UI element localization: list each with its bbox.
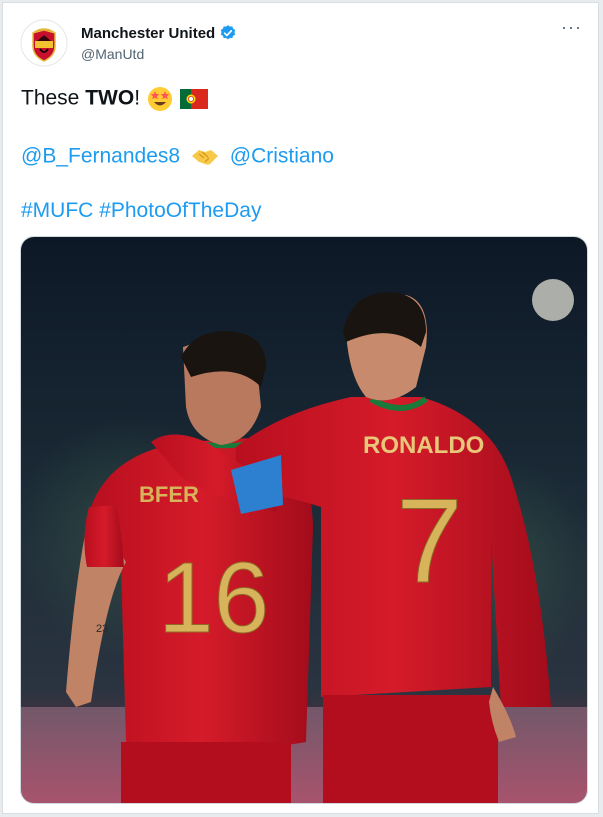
players-photo-image: BFER 16 23 RONALDO 7 xyxy=(21,237,587,803)
tweet-text-prefix: These xyxy=(21,86,86,110)
left-player-number: 16 xyxy=(158,542,269,654)
hashtag-photooftheday-link[interactable]: #PhotoOfTheDay xyxy=(99,199,261,222)
right-player-number: 7 xyxy=(396,474,463,608)
mention-fernandes-link[interactable]: @B_Fernandes8 xyxy=(21,145,180,168)
handshake-emoji-icon xyxy=(191,150,218,165)
tweet-photo[interactable]: BFER 16 23 RONALDO 7 xyxy=(20,236,588,804)
portugal-flag-icon xyxy=(179,89,208,109)
hashtag-mufc-link[interactable]: #MUFC xyxy=(21,199,93,222)
manchester-united-crest-icon xyxy=(20,19,68,67)
tweet-text-suffix: ! xyxy=(134,86,141,110)
star-struck-emoji-icon xyxy=(147,87,172,111)
right-player-name: RONALDO xyxy=(363,432,484,459)
mention-cristiano-link[interactable]: @Cristiano xyxy=(230,145,334,168)
avatar[interactable] xyxy=(20,19,68,67)
author-name[interactable]: Manchester United xyxy=(81,25,215,42)
tweet-card[interactable]: Manchester United @ManUtd ··· These TWO!… xyxy=(2,2,599,814)
tattoo-text: 23 xyxy=(96,623,108,635)
tweet-text-bold: TWO xyxy=(85,86,135,110)
tweet-text-line-2: @B_Fernandes8 @Cristiano xyxy=(21,144,334,170)
author-handle[interactable]: @ManUtd xyxy=(81,46,237,62)
tweet-text-line-3: #MUFC #PhotoOfTheDay xyxy=(21,199,261,223)
verified-badge-icon xyxy=(221,25,236,40)
left-player-name: BFER xyxy=(139,482,199,507)
tweet-text-line-1: These TWO! xyxy=(21,85,208,113)
more-options-icon[interactable]: ··· xyxy=(561,17,582,38)
